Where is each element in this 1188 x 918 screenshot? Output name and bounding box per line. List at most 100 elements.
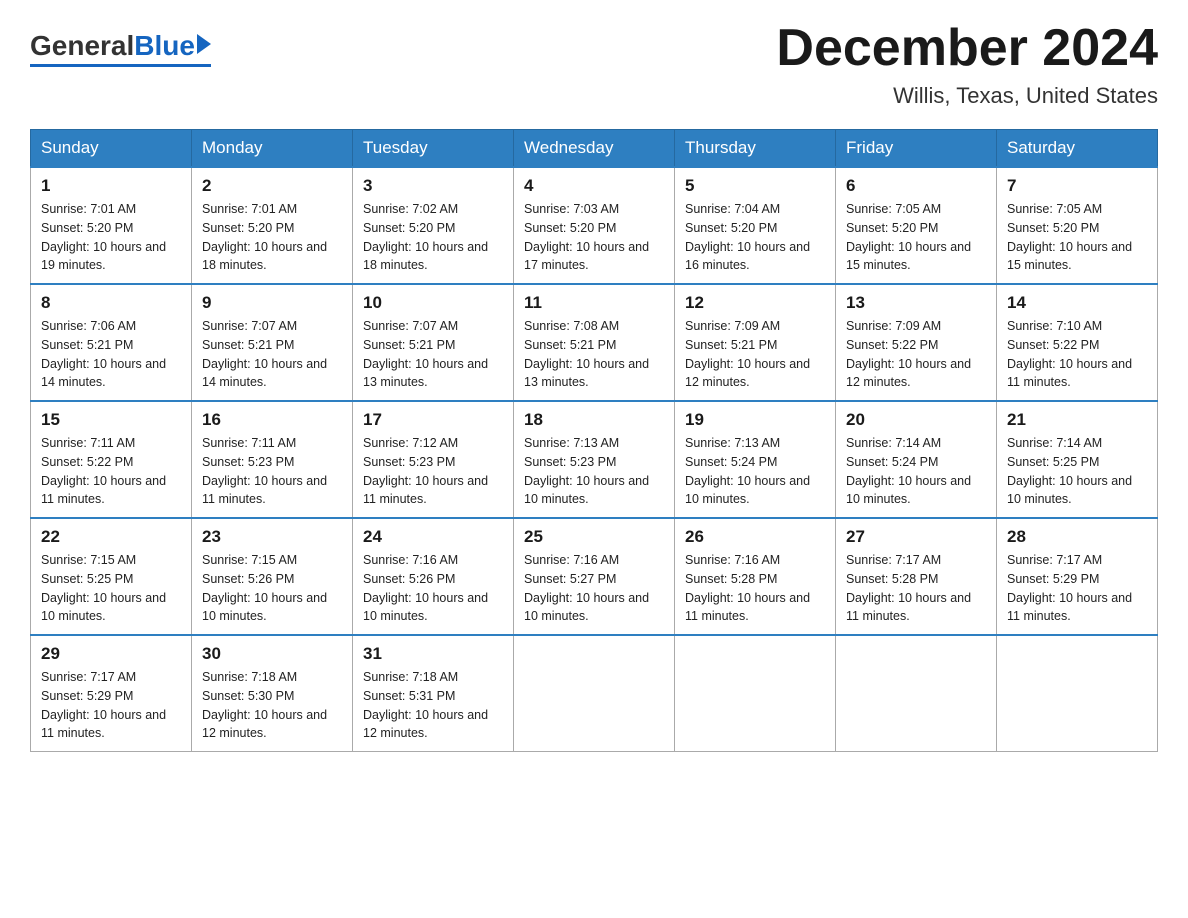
day-number: 29 [41, 644, 181, 664]
day-number: 17 [363, 410, 503, 430]
calendar-week-row: 29 Sunrise: 7:17 AMSunset: 5:29 PMDaylig… [31, 635, 1158, 752]
logo: General Blue [30, 20, 211, 67]
day-info: Sunrise: 7:17 AMSunset: 5:28 PMDaylight:… [846, 553, 971, 623]
day-info: Sunrise: 7:17 AMSunset: 5:29 PMDaylight:… [1007, 553, 1132, 623]
day-info: Sunrise: 7:18 AMSunset: 5:30 PMDaylight:… [202, 670, 327, 740]
day-number: 24 [363, 527, 503, 547]
day-number: 26 [685, 527, 825, 547]
table-row: 19 Sunrise: 7:13 AMSunset: 5:24 PMDaylig… [675, 401, 836, 518]
location-title: Willis, Texas, United States [776, 83, 1158, 109]
day-number: 4 [524, 176, 664, 196]
table-row: 29 Sunrise: 7:17 AMSunset: 5:29 PMDaylig… [31, 635, 192, 752]
day-info: Sunrise: 7:08 AMSunset: 5:21 PMDaylight:… [524, 319, 649, 389]
day-number: 13 [846, 293, 986, 313]
day-number: 8 [41, 293, 181, 313]
table-row: 2 Sunrise: 7:01 AMSunset: 5:20 PMDayligh… [192, 167, 353, 284]
day-info: Sunrise: 7:09 AMSunset: 5:22 PMDaylight:… [846, 319, 971, 389]
table-row: 7 Sunrise: 7:05 AMSunset: 5:20 PMDayligh… [997, 167, 1158, 284]
day-number: 1 [41, 176, 181, 196]
table-row: 27 Sunrise: 7:17 AMSunset: 5:28 PMDaylig… [836, 518, 997, 635]
day-info: Sunrise: 7:03 AMSunset: 5:20 PMDaylight:… [524, 202, 649, 272]
header-thursday: Thursday [675, 130, 836, 168]
day-info: Sunrise: 7:10 AMSunset: 5:22 PMDaylight:… [1007, 319, 1132, 389]
header-friday: Friday [836, 130, 997, 168]
table-row: 22 Sunrise: 7:15 AMSunset: 5:25 PMDaylig… [31, 518, 192, 635]
day-number: 30 [202, 644, 342, 664]
day-info: Sunrise: 7:01 AMSunset: 5:20 PMDaylight:… [41, 202, 166, 272]
table-row: 12 Sunrise: 7:09 AMSunset: 5:21 PMDaylig… [675, 284, 836, 401]
day-info: Sunrise: 7:05 AMSunset: 5:20 PMDaylight:… [1007, 202, 1132, 272]
day-info: Sunrise: 7:15 AMSunset: 5:26 PMDaylight:… [202, 553, 327, 623]
logo-general-text: General [30, 30, 134, 62]
day-info: Sunrise: 7:09 AMSunset: 5:21 PMDaylight:… [685, 319, 810, 389]
table-row: 30 Sunrise: 7:18 AMSunset: 5:30 PMDaylig… [192, 635, 353, 752]
day-number: 19 [685, 410, 825, 430]
day-number: 20 [846, 410, 986, 430]
table-row: 1 Sunrise: 7:01 AMSunset: 5:20 PMDayligh… [31, 167, 192, 284]
day-info: Sunrise: 7:02 AMSunset: 5:20 PMDaylight:… [363, 202, 488, 272]
day-number: 3 [363, 176, 503, 196]
page-header: General Blue December 2024 Willis, Texas… [30, 20, 1158, 109]
header-monday: Monday [192, 130, 353, 168]
day-number: 16 [202, 410, 342, 430]
day-info: Sunrise: 7:16 AMSunset: 5:28 PMDaylight:… [685, 553, 810, 623]
table-row: 28 Sunrise: 7:17 AMSunset: 5:29 PMDaylig… [997, 518, 1158, 635]
day-number: 18 [524, 410, 664, 430]
table-row [836, 635, 997, 752]
calendar-table: Sunday Monday Tuesday Wednesday Thursday… [30, 129, 1158, 752]
table-row: 5 Sunrise: 7:04 AMSunset: 5:20 PMDayligh… [675, 167, 836, 284]
table-row: 24 Sunrise: 7:16 AMSunset: 5:26 PMDaylig… [353, 518, 514, 635]
table-row: 21 Sunrise: 7:14 AMSunset: 5:25 PMDaylig… [997, 401, 1158, 518]
table-row: 26 Sunrise: 7:16 AMSunset: 5:28 PMDaylig… [675, 518, 836, 635]
table-row: 3 Sunrise: 7:02 AMSunset: 5:20 PMDayligh… [353, 167, 514, 284]
header-wednesday: Wednesday [514, 130, 675, 168]
day-number: 10 [363, 293, 503, 313]
day-number: 9 [202, 293, 342, 313]
logo-blue-box: Blue [134, 30, 211, 62]
table-row: 17 Sunrise: 7:12 AMSunset: 5:23 PMDaylig… [353, 401, 514, 518]
header-tuesday: Tuesday [353, 130, 514, 168]
table-row [514, 635, 675, 752]
day-number: 7 [1007, 176, 1147, 196]
day-number: 28 [1007, 527, 1147, 547]
day-number: 14 [1007, 293, 1147, 313]
header-sunday: Sunday [31, 130, 192, 168]
table-row: 9 Sunrise: 7:07 AMSunset: 5:21 PMDayligh… [192, 284, 353, 401]
day-info: Sunrise: 7:01 AMSunset: 5:20 PMDaylight:… [202, 202, 327, 272]
day-number: 6 [846, 176, 986, 196]
day-info: Sunrise: 7:06 AMSunset: 5:21 PMDaylight:… [41, 319, 166, 389]
day-info: Sunrise: 7:11 AMSunset: 5:22 PMDaylight:… [41, 436, 166, 506]
logo-underline [30, 64, 211, 67]
day-number: 31 [363, 644, 503, 664]
day-number: 12 [685, 293, 825, 313]
table-row [997, 635, 1158, 752]
header-saturday: Saturday [997, 130, 1158, 168]
title-area: December 2024 Willis, Texas, United Stat… [776, 20, 1158, 109]
day-number: 2 [202, 176, 342, 196]
day-number: 11 [524, 293, 664, 313]
calendar-week-row: 1 Sunrise: 7:01 AMSunset: 5:20 PMDayligh… [31, 167, 1158, 284]
table-row: 20 Sunrise: 7:14 AMSunset: 5:24 PMDaylig… [836, 401, 997, 518]
table-row: 18 Sunrise: 7:13 AMSunset: 5:23 PMDaylig… [514, 401, 675, 518]
day-info: Sunrise: 7:04 AMSunset: 5:20 PMDaylight:… [685, 202, 810, 272]
day-info: Sunrise: 7:17 AMSunset: 5:29 PMDaylight:… [41, 670, 166, 740]
calendar-week-row: 22 Sunrise: 7:15 AMSunset: 5:25 PMDaylig… [31, 518, 1158, 635]
day-info: Sunrise: 7:14 AMSunset: 5:24 PMDaylight:… [846, 436, 971, 506]
table-row: 25 Sunrise: 7:16 AMSunset: 5:27 PMDaylig… [514, 518, 675, 635]
day-info: Sunrise: 7:16 AMSunset: 5:27 PMDaylight:… [524, 553, 649, 623]
day-number: 22 [41, 527, 181, 547]
day-info: Sunrise: 7:07 AMSunset: 5:21 PMDaylight:… [202, 319, 327, 389]
day-info: Sunrise: 7:14 AMSunset: 5:25 PMDaylight:… [1007, 436, 1132, 506]
day-number: 23 [202, 527, 342, 547]
day-info: Sunrise: 7:18 AMSunset: 5:31 PMDaylight:… [363, 670, 488, 740]
day-number: 27 [846, 527, 986, 547]
table-row: 8 Sunrise: 7:06 AMSunset: 5:21 PMDayligh… [31, 284, 192, 401]
day-number: 5 [685, 176, 825, 196]
day-info: Sunrise: 7:05 AMSunset: 5:20 PMDaylight:… [846, 202, 971, 272]
table-row: 16 Sunrise: 7:11 AMSunset: 5:23 PMDaylig… [192, 401, 353, 518]
day-number: 21 [1007, 410, 1147, 430]
day-number: 25 [524, 527, 664, 547]
table-row: 6 Sunrise: 7:05 AMSunset: 5:20 PMDayligh… [836, 167, 997, 284]
day-info: Sunrise: 7:16 AMSunset: 5:26 PMDaylight:… [363, 553, 488, 623]
table-row: 11 Sunrise: 7:08 AMSunset: 5:21 PMDaylig… [514, 284, 675, 401]
